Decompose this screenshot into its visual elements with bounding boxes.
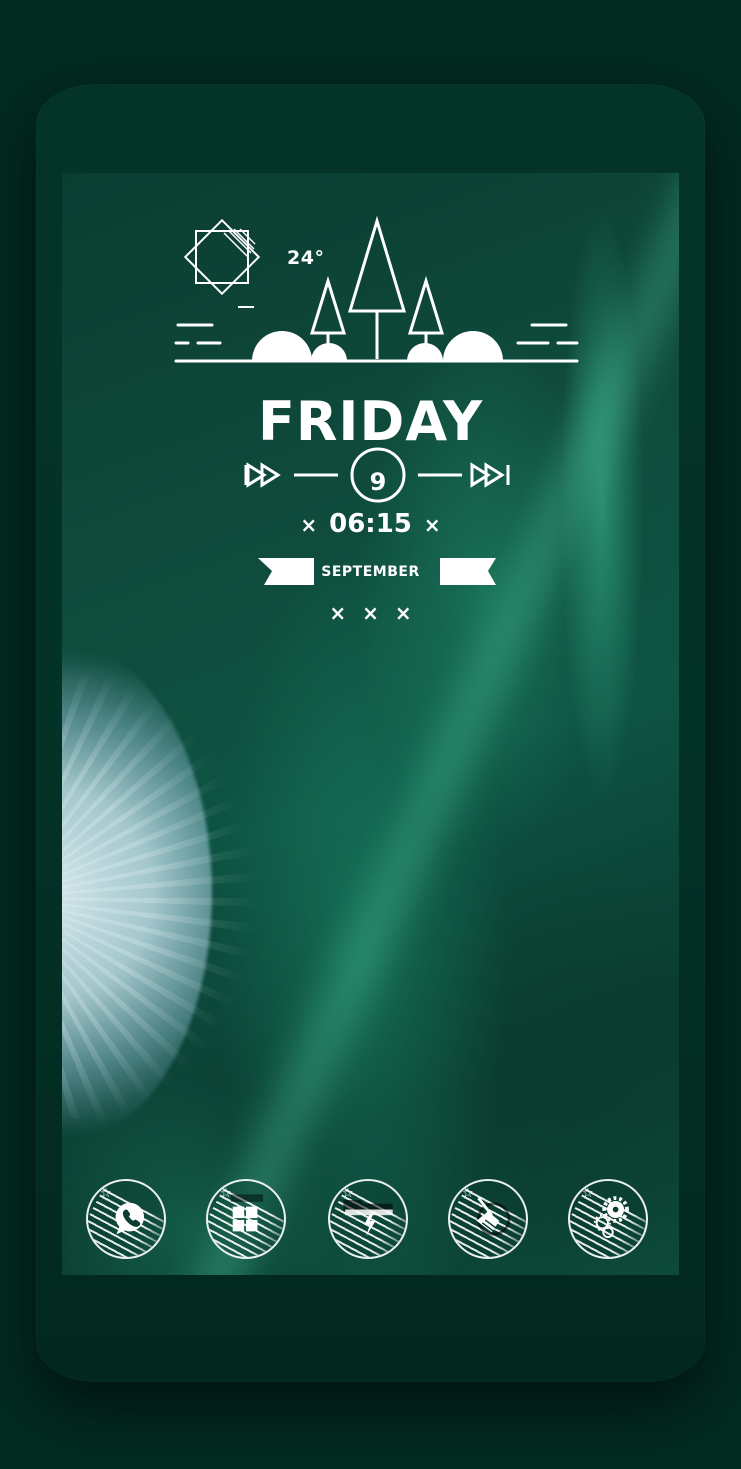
time-prefix-mark: × — [300, 513, 318, 537]
phone-app-button[interactable]: ☆ — [86, 1179, 166, 1259]
day-of-week: FRIDAY — [257, 390, 484, 453]
gear-icon — [593, 1196, 629, 1238]
phone-icon — [115, 1202, 145, 1235]
trees-illustration — [309, 215, 445, 359]
settings-app-button[interactable]: ☆ — [568, 1179, 648, 1259]
decoration-marks: ××× — [329, 601, 428, 625]
temperature-label: 24° — [287, 247, 325, 269]
time-suffix-mark: × — [423, 513, 441, 537]
cleaner-app-button[interactable]: ☆ — [448, 1179, 528, 1259]
windows-app-button[interactable]: ☆ — [206, 1179, 286, 1259]
home-screen: 24° FRIDAY 9 × 06:15 × SEPTEMBER ××× ☆ ☆ ☆ — [62, 173, 679, 1275]
broom-icon — [476, 1197, 511, 1236]
clock-time[interactable]: × 06:15 × — [62, 508, 679, 541]
time-value: 06:15 — [329, 509, 412, 539]
wallpaper-dandelion-fuzz — [62, 673, 272, 1123]
sun-outline-icon — [183, 218, 261, 308]
month-label: SEPTEMBER — [321, 564, 420, 580]
date-number: 9 — [369, 468, 387, 496]
windows-icon — [230, 1194, 264, 1232]
folder-icon — [343, 1200, 393, 1237]
file-manager-app-button[interactable]: ☆ — [328, 1179, 408, 1259]
